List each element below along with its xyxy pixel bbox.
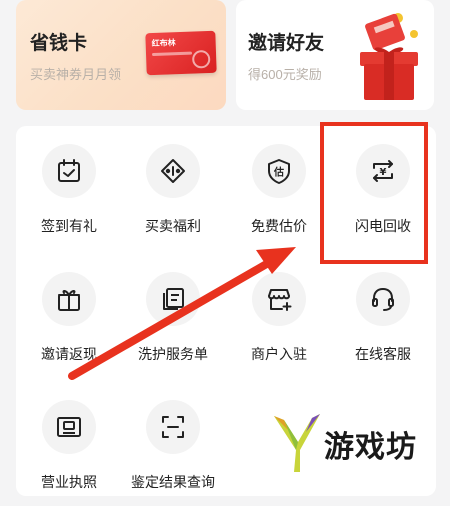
promo-title: 邀请好友: [248, 33, 325, 54]
storefront-icon: [252, 272, 306, 326]
tag-icon: [146, 144, 200, 198]
gift-box-image: [360, 13, 418, 100]
grid-item-label: 在线客服: [355, 346, 411, 362]
grid-item-invite-cashback[interactable]: 邀请返现: [18, 258, 118, 378]
grid-item-checkin[interactable]: 签到有礼: [18, 130, 118, 250]
grid-item-label: 商户入驻: [251, 346, 307, 362]
promo-subtitle: 得600元奖励: [248, 67, 322, 82]
license-icon: [42, 400, 96, 454]
grid-item-online-support[interactable]: 在线客服: [332, 258, 432, 378]
svg-text:估: 估: [273, 166, 284, 179]
documents-icon: [146, 272, 200, 326]
grid-item-merchant-join[interactable]: 商户入驻: [228, 258, 328, 378]
grid-item-label: 签到有礼: [41, 218, 97, 234]
watermark-text: 游戏坊: [324, 431, 417, 464]
grid-item-free-estimate[interactable]: 估 免费估价: [228, 130, 328, 250]
red-card-image: 红布林: [145, 30, 217, 76]
grid-item-laundry-orders[interactable]: 洗护服务单: [122, 258, 222, 378]
watermark-logo-icon: [274, 414, 320, 472]
grid-item-label: 邀请返现: [41, 346, 97, 362]
highlight-box: [320, 122, 428, 264]
grid-item-label: 洗护服务单: [138, 346, 208, 362]
grid-item-label: 营业执照: [41, 474, 97, 490]
gift-box-icon: [42, 272, 96, 326]
grid-item-label: 买卖福利: [145, 218, 201, 234]
grid-item-auth-result-query[interactable]: 鉴定结果查询: [122, 386, 222, 506]
shield-estimate-icon: 估: [252, 144, 306, 198]
grid-item-trade-benefits[interactable]: 买卖福利: [122, 130, 222, 250]
scan-icon: [146, 400, 200, 454]
promo-subtitle: 买卖神券月月领: [30, 67, 122, 82]
promo-title: 省钱卡: [30, 33, 88, 54]
grid-item-business-license[interactable]: 营业执照: [18, 386, 118, 506]
site-watermark: 游戏坊: [266, 408, 450, 476]
savings-card-promo[interactable]: 省钱卡 买卖神券月月领 红布林: [16, 0, 226, 110]
grid-item-label: 鉴定结果查询: [131, 474, 215, 490]
invite-friends-promo[interactable]: 邀请好友 得600元奖励: [236, 0, 434, 110]
card-brand-text: 红布林: [151, 38, 176, 49]
grid-item-label: 免费估价: [251, 218, 307, 234]
headset-icon: [356, 272, 410, 326]
calendar-check-icon: [42, 144, 96, 198]
